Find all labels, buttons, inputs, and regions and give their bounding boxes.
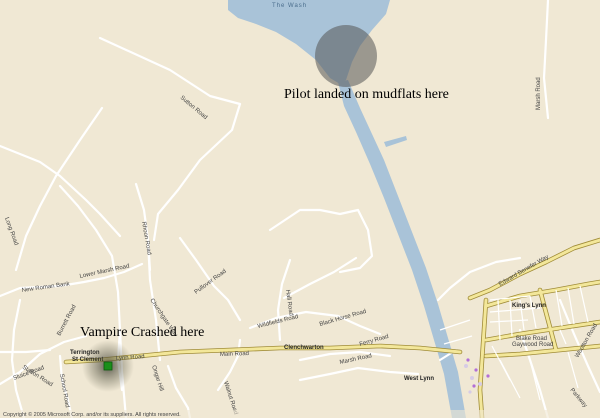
map-view[interactable]: The Wash Sutton Road Long Road New Roman…: [0, 0, 600, 418]
place-label-clenchwarton: Clenchwarton: [284, 345, 324, 351]
landing-annotation: Pilot landed on mudflats here: [284, 87, 449, 102]
road-label-main: Main Road: [220, 351, 249, 358]
road-label-blake: Blake Road: [516, 336, 547, 342]
place-label-kings-lynn: King's Lynn: [512, 303, 546, 309]
place-label-west-lynn: West Lynn: [404, 376, 434, 382]
landing-site-circle: [315, 25, 377, 87]
copyright-text: Copyright © 2005 Microsoft Corp. and/or …: [3, 411, 181, 418]
crash-site-marker: [103, 361, 113, 371]
water-label: The Wash: [272, 3, 307, 9]
map-canvas: The Wash Sutton Road Long Road New Roman…: [0, 0, 600, 418]
road-label-marsh: Marsh Road: [536, 77, 542, 110]
crash-annotation: Vampire Crashed here: [80, 325, 204, 340]
road-label-gaywood: Gaywood Road: [512, 342, 553, 348]
